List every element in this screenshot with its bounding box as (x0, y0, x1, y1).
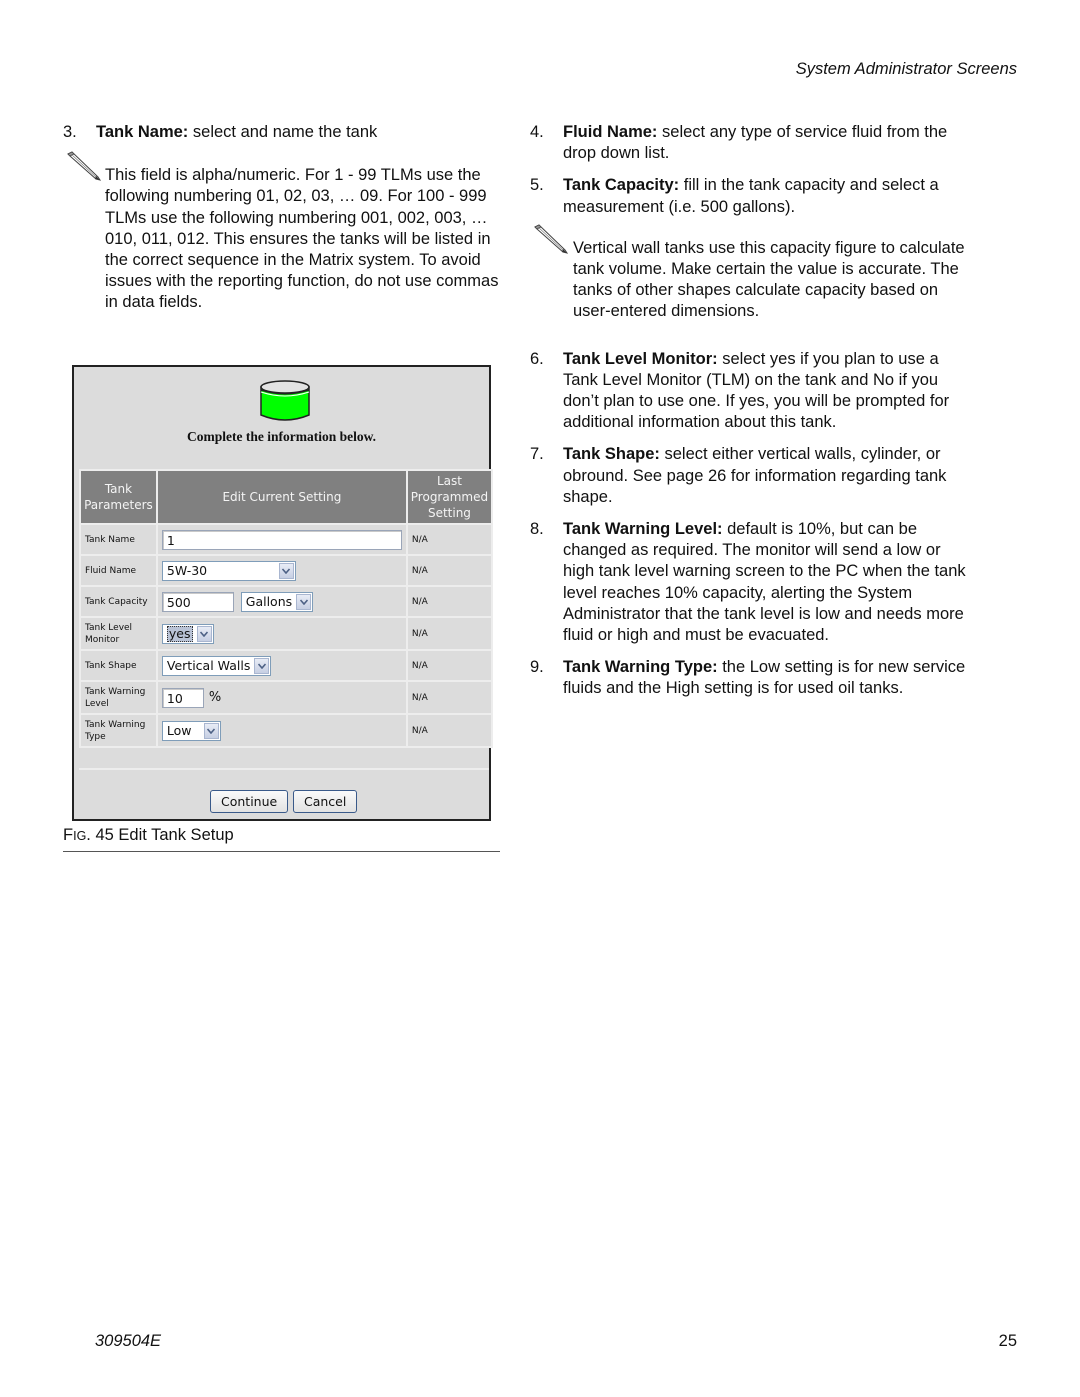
col-header-edit: Edit Current Setting (155, 469, 408, 525)
tank-warning-type-select[interactable]: Low (161, 720, 221, 741)
row-label: Tank Warning Type (79, 713, 158, 748)
step-tank-level-monitor: 6. Tank Level Monitor: select yes if you… (530, 349, 975, 434)
table-row: Tank Capacity 500 Gallons N/A (79, 585, 494, 618)
step-tank-warning-type: 9. Tank Warning Type: the Low setting is… (530, 657, 975, 699)
row-label: Tank Level Monitor (79, 616, 158, 651)
pencil-note-icon (67, 151, 101, 181)
step-number: 9. (530, 658, 544, 677)
step-number: 8. (530, 520, 544, 539)
selected-value: Vertical Walls (166, 658, 251, 673)
step-term: Tank Warning Level: (563, 520, 723, 539)
note-capacity: Vertical wall tanks use this capacity fi… (530, 224, 975, 323)
table-row: Tank Level Monitor yes N/A (79, 616, 494, 651)
last-setting: N/A (405, 680, 494, 715)
last-setting: N/A (405, 554, 494, 587)
table-row: Tank Warning Type Low N/A (79, 713, 494, 748)
note-tank-name: This field is alpha/numeric. For 1 - 99 … (63, 151, 501, 313)
step-number: 3. (63, 123, 77, 141)
left-column: 3. Tank Name: select and name the tank T… (63, 122, 501, 326)
row-label: Tank Capacity (79, 585, 158, 618)
caption-prefix: F (63, 826, 74, 844)
step-number: 6. (530, 349, 544, 368)
tank-name-input[interactable]: 1 (161, 529, 402, 550)
tank-warning-level-input[interactable]: 10 (161, 687, 204, 708)
capacity-unit-select[interactable]: Gallons (240, 591, 314, 612)
selected-value: Gallons (245, 594, 293, 609)
figure-caption: FIG. 45 Edit Tank Setup (63, 826, 234, 845)
percent-unit: % (208, 690, 222, 705)
row-label: Tank Name (79, 523, 158, 556)
caption-rule (63, 851, 500, 852)
tank-capacity-input[interactable]: 500 (161, 591, 234, 612)
step-term: Tank Capacity: (563, 176, 680, 195)
step-number: 4. (530, 123, 544, 141)
selected-value: Low (166, 723, 192, 738)
tank-icon (260, 380, 310, 421)
page-number: 25 (998, 1332, 1017, 1350)
tank-level-monitor-select[interactable]: yes (161, 623, 214, 644)
button-bar: Continue Cancel (79, 768, 489, 820)
tank-shape-select[interactable]: Vertical Walls (161, 655, 272, 676)
row-label: Tank Warning Level (79, 680, 158, 715)
fluid-name-select[interactable]: 5W-30 (161, 560, 296, 581)
step-tank-shape: 7. Tank Shape: select either vertical wa… (530, 444, 975, 508)
row-label: Tank Shape (79, 649, 158, 682)
table-row: Tank Shape Vertical Walls N/A (79, 649, 494, 682)
right-column: 4. Fluid Name: select any type of servic… (530, 122, 975, 711)
step-term: Fluid Name: (563, 123, 658, 141)
step-term: Tank Shape: (563, 445, 660, 464)
step-number: 7. (530, 445, 544, 464)
step-tank-name: 3. Tank Name: select and name the tank (63, 122, 501, 143)
chevron-down-icon[interactable] (296, 593, 312, 610)
caption-prefix-smallcaps: IG (73, 829, 87, 843)
step-term: Tank Warning Type: (563, 658, 718, 677)
row-label: Fluid Name (79, 554, 158, 587)
pencil-note-icon (534, 224, 568, 254)
chevron-down-icon[interactable] (196, 625, 212, 642)
table-row: Tank Warning Level 10% N/A (79, 680, 494, 715)
form-heading: Complete the information below. (187, 429, 376, 444)
last-setting: N/A (405, 649, 494, 682)
last-setting: N/A (405, 585, 494, 618)
step-tank-capacity: 5. Tank Capacity: fill in the tank capac… (530, 175, 975, 217)
step-tank-warning-level: 8. Tank Warning Level: default is 10%, b… (530, 519, 975, 646)
chevron-down-icon[interactable] (203, 722, 219, 739)
continue-button[interactable]: Continue (210, 790, 289, 813)
last-setting: N/A (405, 713, 494, 748)
edit-tank-setup-screenshot: Complete the information below. Tank Par… (72, 365, 494, 821)
chevron-down-icon[interactable] (278, 562, 294, 579)
selected-value: yes (166, 625, 193, 642)
table-header-row: Tank Parameters Edit Current Setting Las… (79, 469, 494, 525)
step-text: select and name the tank (188, 123, 378, 141)
step-number: 5. (530, 176, 544, 195)
table-row: Tank Name 1 N/A (79, 523, 494, 556)
col-header-parameters: Tank Parameters (79, 469, 158, 525)
selected-value: 5W-30 (166, 563, 208, 578)
note-text: Vertical wall tanks use this capacity fi… (573, 238, 965, 321)
last-setting: N/A (405, 616, 494, 651)
table-row: Fluid Name 5W-30 N/A (79, 554, 494, 587)
col-header-last: Last Programmed Setting (405, 469, 494, 525)
last-setting: N/A (405, 523, 494, 556)
document-number: 309504E (95, 1332, 162, 1350)
cancel-button[interactable]: Cancel (293, 790, 358, 813)
chevron-down-icon[interactable] (254, 657, 270, 674)
note-text: This field is alpha/numeric. For 1 - 99 … (105, 166, 499, 312)
step-term: Tank Level Monitor: (563, 349, 718, 368)
step-text: default is 10%, but can be changed as re… (563, 520, 966, 645)
step-fluid-name: 4. Fluid Name: select any type of servic… (530, 122, 975, 164)
running-head: System Administrator Screens (795, 60, 1017, 78)
caption-text: . 45 Edit Tank Setup (86, 826, 234, 844)
step-term: Tank Name: (96, 123, 189, 141)
tank-parameters-table: Tank Parameters Edit Current Setting Las… (79, 469, 494, 748)
